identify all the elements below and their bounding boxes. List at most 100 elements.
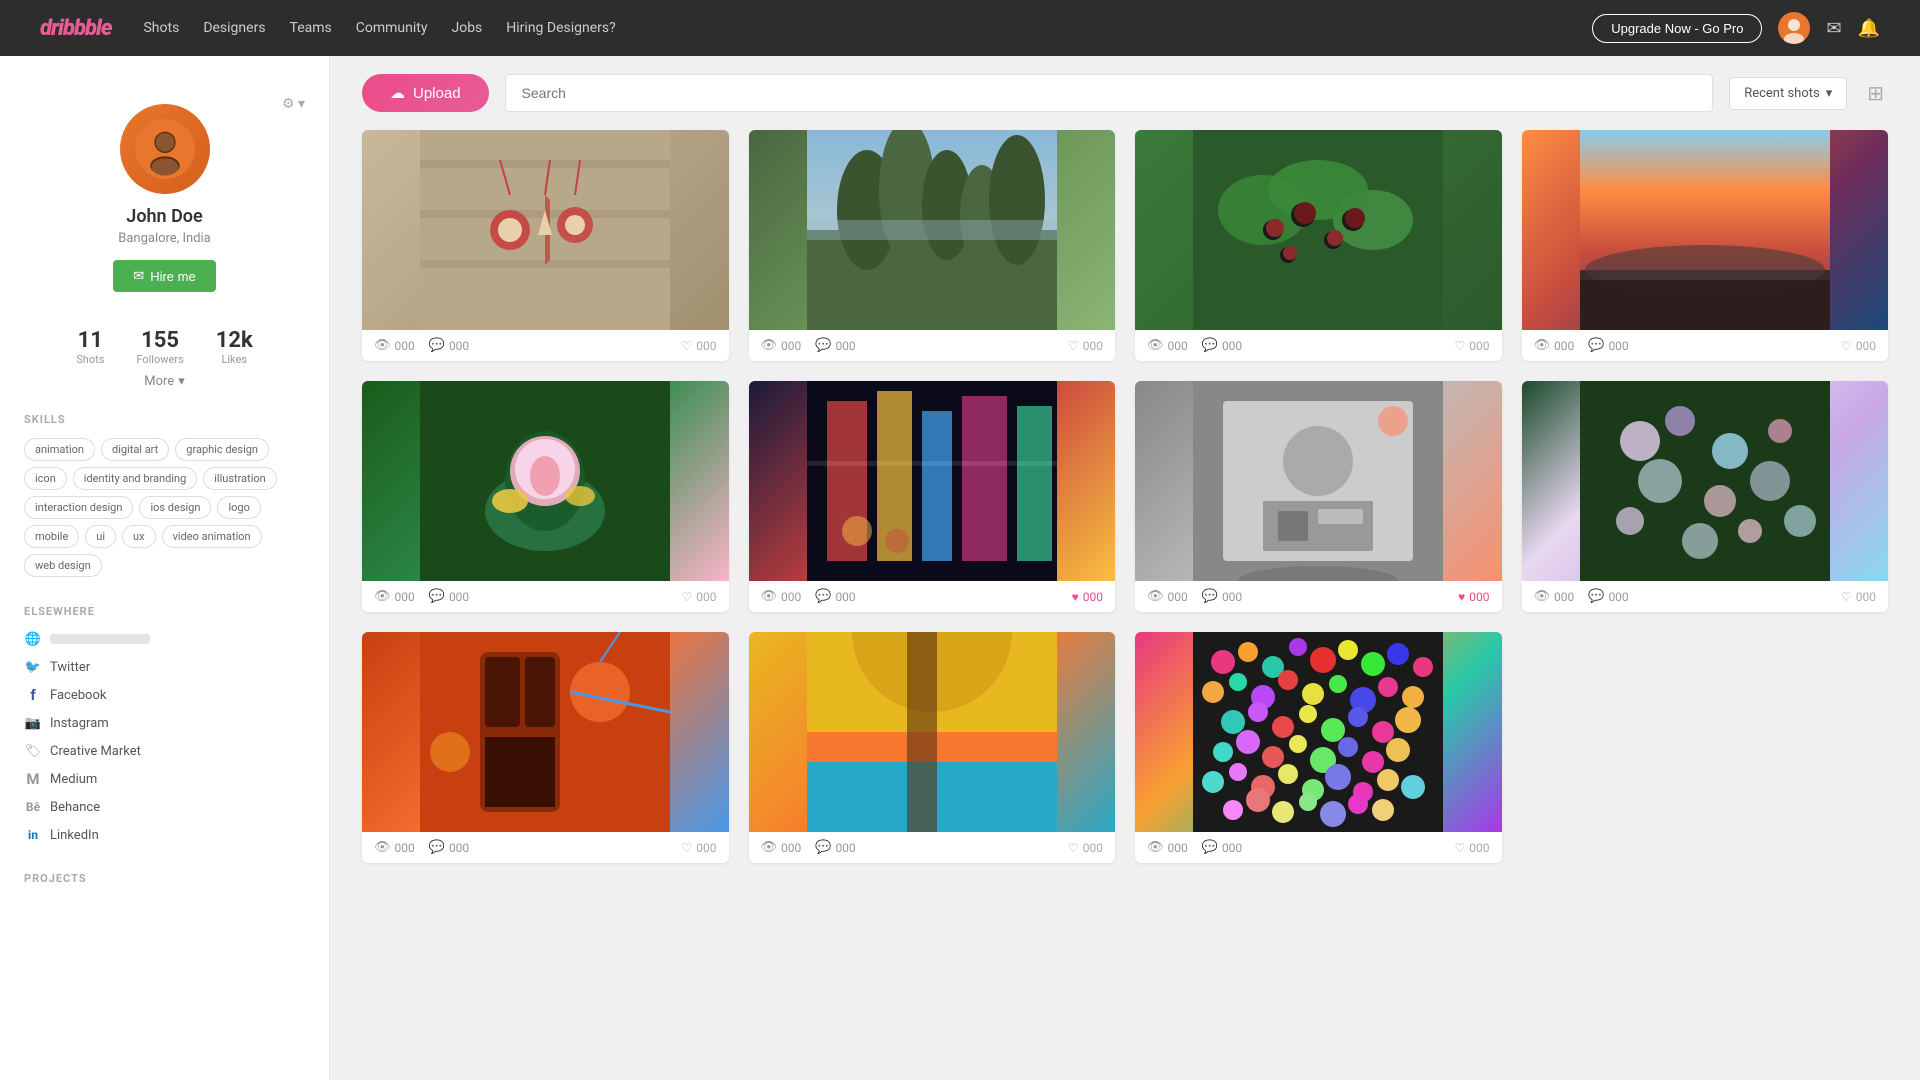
shot-image-1 xyxy=(362,130,729,330)
skill-web-design[interactable]: web design xyxy=(24,554,102,577)
heart-icon-4: ♡ xyxy=(1841,339,1852,353)
elsewhere-url[interactable]: 🌐 xyxy=(24,630,305,648)
shot-image-3 xyxy=(1135,130,1502,330)
shot-image-8 xyxy=(1522,381,1889,581)
nav-hiring[interactable]: Hiring Designers? xyxy=(506,20,615,36)
shot-card-11[interactable]: 👁 000 💬 000 ♡ 000 xyxy=(1135,632,1502,863)
eye-icon-7: 👁 xyxy=(1147,589,1164,604)
shot-card-7[interactable]: 👁 000 💬 000 ♥ 000 xyxy=(1135,381,1502,612)
skill-identity-branding[interactable]: identity and branding xyxy=(73,467,197,490)
comments-stat-9: 💬 000 xyxy=(429,840,469,855)
elsewhere-behance[interactable]: Bē Behance xyxy=(24,798,305,816)
skill-digital-art[interactable]: digital art xyxy=(101,438,169,461)
grid-icon: ⊞ xyxy=(1867,83,1884,105)
skills-title: SKILLS xyxy=(24,413,305,426)
heart-icon-8: ♡ xyxy=(1841,590,1852,604)
likes-count: 12k xyxy=(216,328,253,353)
likes-count-1: 000 xyxy=(696,339,716,353)
skill-video-animation[interactable]: video animation xyxy=(162,525,262,548)
grid-view-button[interactable]: ⊞ xyxy=(1863,77,1888,110)
likes-label: Likes xyxy=(216,353,253,366)
elsewhere-section: ELSEWHERE 🌐 🐦 Twitter f Facebook 📷 Insta… xyxy=(24,605,305,844)
comments-stat-10: 💬 000 xyxy=(815,840,855,855)
bell-icon[interactable]: 🔔 xyxy=(1858,18,1880,39)
mail-icon[interactable]: ✉ xyxy=(1826,18,1841,39)
shot-card-10[interactable]: 👁 000 💬 000 ♡ 000 xyxy=(749,632,1116,863)
views-stat-8: 👁 000 xyxy=(1534,589,1575,604)
recent-shots-dropdown[interactable]: Recent shots ▾ xyxy=(1729,77,1847,110)
elsewhere-medium[interactable]: M Medium xyxy=(24,770,305,788)
elsewhere-creative-market[interactable]: 🏷 Creative Market xyxy=(24,742,305,760)
shot-card-6[interactable]: 👁 000 💬 000 ♥ 000 xyxy=(749,381,1116,612)
shot-footer-6: 👁 000 💬 000 ♥ 000 xyxy=(749,581,1116,612)
shot-footer-10: 👁 000 💬 000 ♡ 000 xyxy=(749,832,1116,863)
comments-count-11: 000 xyxy=(1222,841,1242,855)
comments-count-2: 000 xyxy=(835,339,855,353)
nav-jobs[interactable]: Jobs xyxy=(451,20,482,36)
likes-stat-5: ♡ 000 xyxy=(682,590,717,604)
shot-card-4[interactable]: 👁 000 💬 000 ♡ 000 xyxy=(1522,130,1889,361)
likes-stat-1: ♡ 000 xyxy=(682,339,717,353)
shot-card-9[interactable]: 👁 000 💬 000 ♡ 000 xyxy=(362,632,729,863)
user-avatar[interactable] xyxy=(1778,12,1810,44)
skill-animation[interactable]: animation xyxy=(24,438,95,461)
nav-shots[interactable]: Shots xyxy=(143,20,179,36)
shot-image-7 xyxy=(1135,381,1502,581)
skill-interaction-design[interactable]: interaction design xyxy=(24,496,133,519)
elsewhere-instagram[interactable]: 📷 Instagram xyxy=(24,714,305,732)
comment-icon-7: 💬 xyxy=(1202,589,1218,604)
upload-button[interactable]: ☁ Upload xyxy=(362,74,489,112)
heart-icon-6: ♥ xyxy=(1072,590,1079,604)
shot-card-5[interactable]: 👁 000 💬 000 ♡ 000 xyxy=(362,381,729,612)
shots-label: Shots xyxy=(76,353,104,366)
views-stat-4: 👁 000 xyxy=(1534,338,1575,353)
eye-icon-6: 👁 xyxy=(761,589,778,604)
views-stat-1: 👁 000 xyxy=(374,338,415,353)
dribbble-logo[interactable]: dribbble xyxy=(40,16,111,41)
shot-card-3[interactable]: 👁 000 💬 000 ♡ 000 xyxy=(1135,130,1502,361)
comment-icon-2: 💬 xyxy=(815,338,831,353)
shot-card-1[interactable]: 👁 000 💬 000 ♡ 000 xyxy=(362,130,729,361)
shots-count: 11 xyxy=(76,328,104,353)
nav-teams[interactable]: Teams xyxy=(290,20,332,36)
skill-mobile[interactable]: mobile xyxy=(24,525,79,548)
skill-graphic-design[interactable]: graphic design xyxy=(175,438,269,461)
skill-ux[interactable]: ux xyxy=(122,525,156,548)
heart-icon-3: ♡ xyxy=(1455,339,1466,353)
heart-icon-11: ♡ xyxy=(1455,841,1466,855)
shot-card-8[interactable]: 👁 000 💬 000 ♡ 000 xyxy=(1522,381,1889,612)
eye-icon-2: 👁 xyxy=(761,338,778,353)
likes-stat: 12k Likes xyxy=(216,328,253,366)
elsewhere-linkedin[interactable]: in LinkedIn xyxy=(24,826,305,844)
heart-icon-10: ♡ xyxy=(1068,841,1079,855)
skill-ui[interactable]: ui xyxy=(85,525,116,548)
upgrade-button[interactable]: Upgrade Now - Go Pro xyxy=(1592,14,1762,43)
comment-icon-3: 💬 xyxy=(1202,338,1218,353)
medium-label: Medium xyxy=(50,772,97,787)
shot-image-11 xyxy=(1135,632,1502,832)
skill-ios-design[interactable]: ios design xyxy=(139,496,211,519)
shot-footer-7: 👁 000 💬 000 ♥ 000 xyxy=(1135,581,1502,612)
nav-community[interactable]: Community xyxy=(356,20,428,36)
heart-icon-5: ♡ xyxy=(682,590,693,604)
views-stat-3: 👁 000 xyxy=(1147,338,1188,353)
eye-icon-5: 👁 xyxy=(374,589,391,604)
views-stat-10: 👁 000 xyxy=(761,840,802,855)
likes-count-10: 000 xyxy=(1083,841,1103,855)
settings-icon[interactable]: ⚙ ▾ xyxy=(282,96,305,112)
likes-count-6: 000 xyxy=(1083,590,1103,604)
elsewhere-twitter[interactable]: 🐦 Twitter xyxy=(24,658,305,676)
nav-designers[interactable]: Designers xyxy=(203,20,265,36)
hire-button[interactable]: Hire me xyxy=(113,260,215,292)
heart-icon-2: ♡ xyxy=(1068,339,1079,353)
comment-icon: 💬 xyxy=(429,338,445,353)
skill-logo[interactable]: logo xyxy=(217,496,260,519)
skill-illustration[interactable]: illustration xyxy=(203,467,276,490)
skill-icon[interactable]: icon xyxy=(24,467,67,490)
more-link[interactable]: More ▾ xyxy=(24,374,305,389)
shot-card-2[interactable]: 👁 000 💬 000 ♡ 000 xyxy=(749,130,1116,361)
avatar xyxy=(120,104,210,194)
elsewhere-facebook[interactable]: f Facebook xyxy=(24,686,305,704)
shots-stat: 11 Shots xyxy=(76,328,104,366)
search-input[interactable] xyxy=(505,74,1714,112)
